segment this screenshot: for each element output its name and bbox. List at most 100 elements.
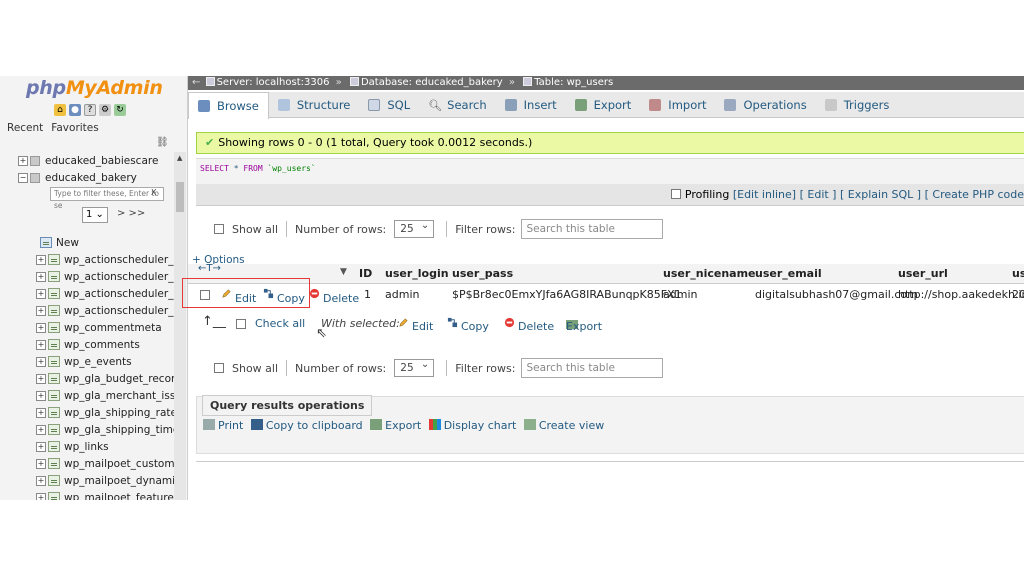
tab-recent[interactable]: Recent (6, 122, 44, 134)
bulk-copy-button[interactable]: Copy (447, 317, 489, 333)
scroll-up-icon[interactable]: ▲ (177, 154, 182, 162)
expand-icon[interactable]: + (36, 390, 46, 401)
tab-browse[interactable]: Browse (188, 91, 269, 119)
expand-icon[interactable]: + (36, 254, 46, 265)
expand-icon[interactable]: + (36, 322, 46, 333)
bulk-edit-button[interactable]: Edit (398, 317, 433, 333)
tab-favorites[interactable]: Favorites (50, 122, 99, 134)
tab-search[interactable]: 🔍︎ Search (419, 92, 496, 118)
cell-user-nicename[interactable]: admin (663, 288, 697, 301)
rows-select[interactable]: 25 (394, 218, 435, 238)
tree-filter-input[interactable]: Type to filter these, Enter to se (50, 187, 164, 210)
breadcrumb-database[interactable]: Database: educaked_bakery (361, 77, 503, 88)
tree-table-item[interactable]: + wp_mailpoet_custom_f (0, 455, 174, 472)
tree-table-item[interactable]: + wp_comments (0, 336, 174, 353)
column-header[interactable]: us (1012, 267, 1024, 280)
column-header[interactable]: user_url (898, 267, 948, 280)
tree-table-item[interactable]: + wp_commentmeta (0, 319, 174, 336)
edit-inline-link[interactable]: [Edit inline] (733, 188, 796, 201)
link-with-main-icon[interactable]: ⛓ (156, 137, 169, 148)
column-header[interactable]: user_pass (452, 267, 513, 280)
column-header[interactable]: user_nicename (663, 267, 756, 280)
expand-icon[interactable]: + (36, 424, 46, 435)
expand-icon[interactable]: + (36, 475, 46, 486)
tree-table-item[interactable]: + wp_e_events (0, 353, 174, 370)
check-all-label[interactable]: Check all (255, 317, 305, 330)
tab-operations[interactable]: Operations (715, 92, 815, 118)
expand-icon[interactable]: + (36, 441, 46, 452)
scrollbar-thumb[interactable] (176, 182, 184, 212)
home-icon[interactable]: ⌂ (54, 104, 66, 116)
back-arrow-icon[interactable]: ← (192, 77, 200, 88)
tab-structure[interactable]: Structure (269, 92, 360, 118)
create-view-link[interactable]: Create view (523, 419, 604, 432)
tab-insert[interactable]: Insert (496, 92, 566, 118)
expand-icon[interactable]: + (18, 155, 28, 166)
tree-table-item[interactable]: + wp_links (0, 438, 174, 455)
breadcrumb-table[interactable]: Table: wp_users (534, 77, 613, 88)
expand-icon[interactable]: + (36, 271, 46, 282)
column-header[interactable]: user_login (385, 267, 449, 280)
column-header[interactable]: ID (359, 267, 372, 280)
expand-icon[interactable]: + (36, 407, 46, 418)
tree-page-select[interactable]: 1 ⌄ (82, 207, 108, 223)
qro-export-link[interactable]: Export (370, 419, 421, 432)
expand-icon[interactable]: + (36, 305, 46, 316)
tree-table-item[interactable]: + wp_gla_budget_recom (0, 370, 174, 387)
copy-clipboard-link[interactable]: Copy to clipboard (250, 419, 363, 432)
tree-table-item[interactable]: + wp_gla_shipping_times (0, 421, 174, 438)
sort-arrow-icon[interactable]: ▼ (340, 267, 347, 277)
docs-icon[interactable]: ? (84, 104, 96, 116)
phpmyadmin-logo[interactable]: phpMyAdmin (26, 77, 163, 99)
expand-icon[interactable]: + (36, 288, 46, 299)
column-header[interactable]: user_email (755, 267, 822, 280)
filter-rows-input[interactable]: Search this table (521, 219, 664, 239)
expand-icon[interactable]: + (36, 356, 46, 367)
check-all-checkbox[interactable] (236, 319, 246, 329)
column-arrows-icon[interactable]: ←T→ (198, 263, 221, 274)
tree-table-item[interactable]: + wp_mailpoet_feature_f (0, 489, 174, 500)
logout-icon[interactable]: ● (69, 104, 81, 116)
print-link[interactable]: Print (203, 419, 243, 432)
tree-db-item[interactable]: + educaked_babiescare (0, 152, 174, 169)
rows-select[interactable]: 25 (394, 357, 435, 377)
tree-new-table[interactable]: New (0, 234, 174, 251)
expand-icon[interactable]: + (36, 492, 46, 500)
tab-export[interactable]: Export (566, 92, 641, 118)
profiling-checkbox[interactable] (670, 189, 681, 199)
sql-query-text[interactable]: SELECT * FROM `wp_users` (200, 164, 316, 173)
tree-next-page[interactable]: > >> (117, 208, 145, 219)
tab-triggers[interactable]: Triggers (816, 92, 899, 118)
create-php-link[interactable]: [ Create PHP code (925, 188, 1024, 201)
show-all-checkbox[interactable] (214, 224, 224, 234)
display-chart-link[interactable]: Display chart (428, 419, 516, 432)
tree-table-item[interactable]: + wp_actionscheduler_cl (0, 268, 174, 285)
reload-icon[interactable]: ↻ (114, 104, 126, 116)
tree-table-item[interactable]: + wp_gla_shipping_rates (0, 404, 174, 421)
filter-rows-input[interactable]: Search this table (521, 358, 664, 378)
cell-user-login[interactable]: admin (385, 288, 419, 301)
expand-icon[interactable]: + (36, 373, 46, 384)
tree-table-item[interactable]: + wp_mailpoet_dynamic_ (0, 472, 174, 489)
tree-table-item[interactable]: + wp_actionscheduler_ac (0, 251, 174, 268)
expand-icon[interactable]: + (36, 339, 46, 350)
tree-scrollbar[interactable]: ▲ (174, 152, 186, 500)
clear-filter-icon[interactable]: X (151, 188, 156, 197)
breadcrumb-server[interactable]: Server: localhost:3306 (217, 77, 330, 88)
cell-user-url[interactable]: http://shop.aakedekh.in (898, 288, 1024, 301)
expand-icon[interactable]: + (36, 458, 46, 469)
tree-db-item[interactable]: − educaked_bakery (0, 169, 174, 186)
cell-user-email[interactable]: digitalsubhash07@gmail.com (755, 288, 918, 301)
cell-id[interactable]: 1 (364, 288, 371, 301)
tab-import[interactable]: Import (640, 92, 715, 118)
tree-table-item[interactable]: + wp_actionscheduler_lo (0, 302, 174, 319)
tree-table-item[interactable]: + wp_actionscheduler_gr (0, 285, 174, 302)
bulk-delete-button[interactable]: Delete (504, 317, 554, 333)
row-delete-link[interactable]: Delete (309, 288, 359, 305)
explain-sql-link[interactable]: [ Explain SQL ] (840, 188, 921, 201)
settings-icon[interactable]: ⚙ (99, 104, 111, 116)
cell-user-registered[interactable]: 20 (1012, 288, 1024, 301)
edit-query-link[interactable]: [ Edit ] (800, 188, 837, 201)
cell-user-pass[interactable]: $P$Br8ec0EmxYJfa6AG8IRABunqpK85FX1 (452, 288, 682, 301)
tab-sql[interactable]: SQL (359, 92, 419, 118)
